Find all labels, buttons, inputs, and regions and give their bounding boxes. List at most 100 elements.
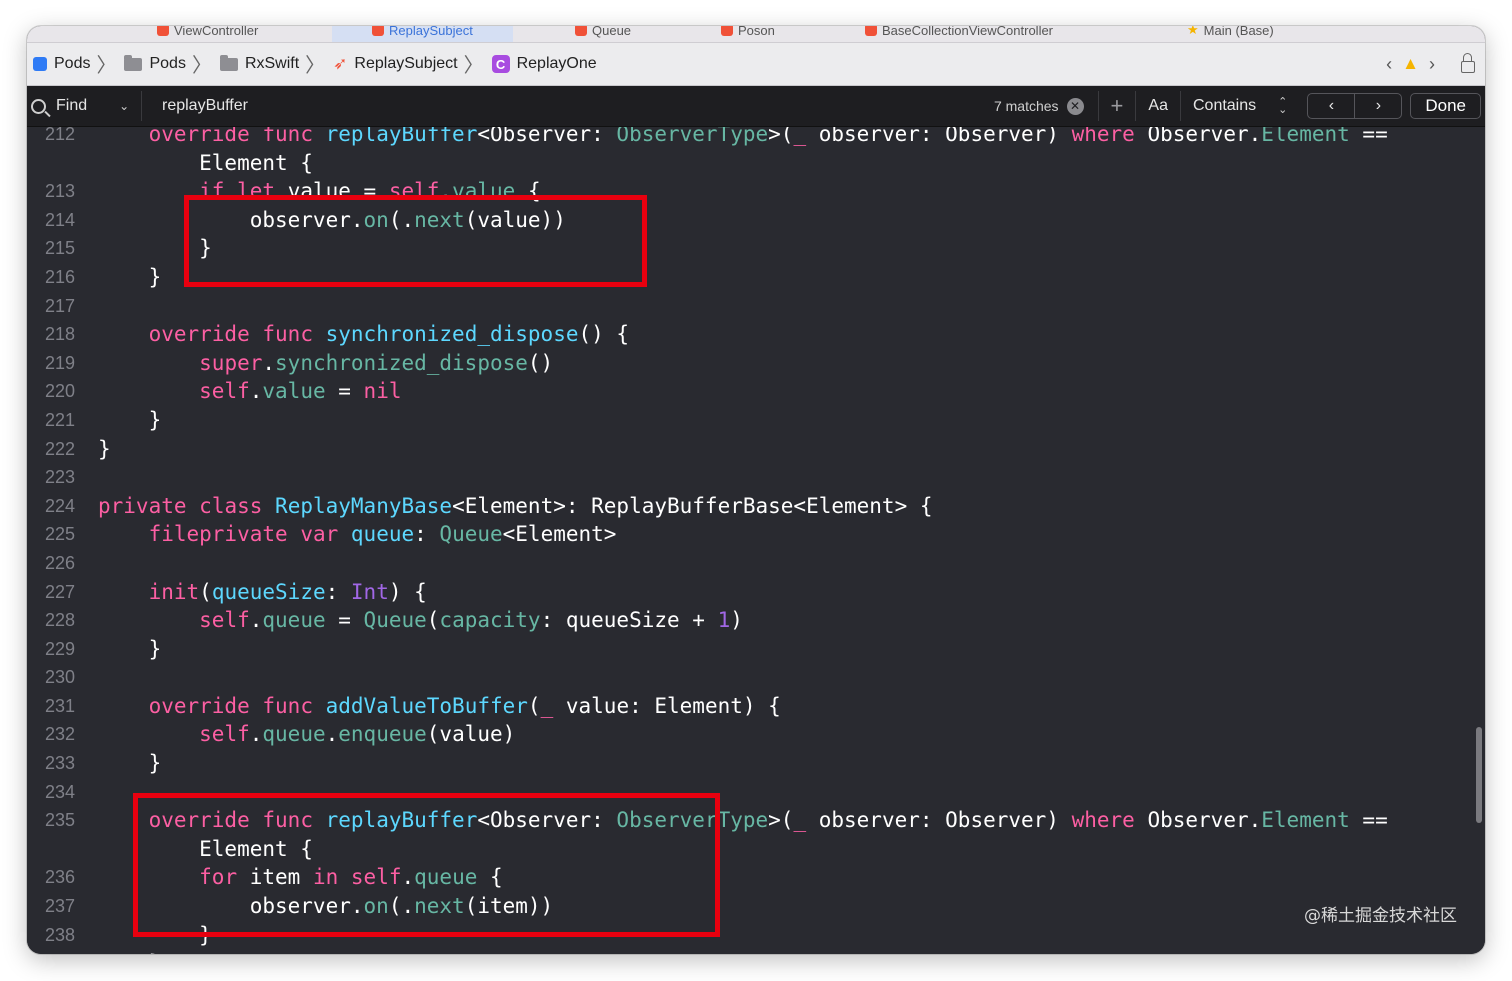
code-line[interactable]: 224 private class ReplayManyBase<Element>… xyxy=(27,492,1485,521)
code-line[interactable]: 233 } xyxy=(27,749,1485,778)
lock-icon[interactable] xyxy=(1461,53,1475,73)
code-token: <Element>: ReplayBufferBase<Element> { xyxy=(452,493,933,518)
previous-issue-icon[interactable]: ‹ xyxy=(1386,54,1392,75)
code-line[interactable]: 214 observer.on(.next(value)) xyxy=(27,206,1485,235)
code-text: } xyxy=(98,949,162,954)
code-line[interactable]: 220 self.value = nil xyxy=(27,377,1485,406)
code-line[interactable]: 232 self.queue.enqueue(value) xyxy=(27,720,1485,749)
line-number: 224 xyxy=(44,495,75,516)
code-token: enqueue xyxy=(338,722,427,747)
code-token: next xyxy=(414,207,465,232)
code-line[interactable]: } xyxy=(27,949,1485,954)
code-token: = xyxy=(325,608,364,633)
code-line[interactable]: 222} xyxy=(27,435,1485,464)
line-number: 220 xyxy=(44,381,75,402)
clear-search-icon[interactable]: ✕ xyxy=(1066,97,1084,115)
code-text: if let value = self.value { xyxy=(98,177,540,206)
match-case-button[interactable]: Aa xyxy=(1135,91,1180,121)
find-bar: Find ⌄ 7 matches ✕ + Aa Contains ⌃⌄ ‹ › … xyxy=(27,86,1485,127)
code-token: . xyxy=(249,722,263,747)
code-text: self.value = nil xyxy=(98,377,401,406)
line-number: 237 xyxy=(44,896,75,917)
breadcrumb-pods-project[interactable]: Pods xyxy=(33,55,90,73)
code-token: () { xyxy=(578,322,630,347)
find-mode-selector[interactable]: Find ⌄ xyxy=(27,97,141,115)
code-text: private class ReplayManyBase<Element>: R… xyxy=(98,492,933,521)
code-line[interactable]: 223 xyxy=(27,463,1485,492)
code-line[interactable]: 236 for item in self.queue { xyxy=(27,863,1485,892)
code-line[interactable]: 219 super.synchronized_dispose() xyxy=(27,349,1485,378)
code-line[interactable]: 212 override func replayBuffer<Observer:… xyxy=(27,127,1485,149)
code-token: in xyxy=(312,865,339,890)
line-number: 225 xyxy=(44,524,75,545)
add-pattern-button[interactable]: + xyxy=(1097,91,1136,121)
code-line[interactable]: 225 fileprivate var queue: Queue<Element… xyxy=(27,520,1485,549)
code-line[interactable]: 238 } xyxy=(27,921,1485,950)
code-token: : xyxy=(414,522,440,547)
code-line[interactable]: Element { xyxy=(27,835,1485,864)
next-issue-icon[interactable]: › xyxy=(1429,54,1435,75)
breadcrumb-rxswift-folder[interactable]: RxSwift xyxy=(219,54,299,73)
match-type-selector[interactable]: Contains ⌃ ⌄ xyxy=(1179,91,1299,121)
breadcrumb-pods-folder[interactable]: Pods xyxy=(124,54,186,73)
breadcrumb-replay-one-class[interactable]: C ReplayOne xyxy=(491,55,597,73)
line-number: 212 xyxy=(44,127,75,144)
code-token: observer: Observer) xyxy=(806,127,1072,146)
code-line[interactable]: 226 xyxy=(27,549,1485,578)
code-line[interactable]: 218 override func synchronized_dispose()… xyxy=(27,320,1485,349)
code-line[interactable]: 213 if let value = self.value { xyxy=(27,177,1485,206)
breadcrumb-separator-icon: 〉 xyxy=(463,52,484,77)
code-line[interactable]: Element { xyxy=(27,149,1485,178)
warning-icon[interactable]: ▲ xyxy=(1402,54,1419,74)
tab-replay-subject[interactable]: ReplaySubject xyxy=(332,26,513,42)
code-token: } xyxy=(98,636,162,661)
find-input[interactable] xyxy=(160,96,864,116)
done-button[interactable]: Done xyxy=(1410,93,1481,119)
previous-match-icon[interactable]: ‹ xyxy=(1308,94,1354,118)
code-line[interactable]: 215 } xyxy=(27,234,1485,263)
code-token: = xyxy=(325,379,364,404)
code-line[interactable]: 234 xyxy=(27,778,1485,807)
tab-view-controller[interactable]: ViewController xyxy=(157,26,258,42)
vertical-scrollbar[interactable] xyxy=(1476,727,1482,823)
code-lines: 212 override func replayBuffer<Observer:… xyxy=(27,127,1485,954)
tab-main-base[interactable]: ★ Main (Base) xyxy=(1187,26,1274,42)
code-token: item xyxy=(237,865,313,890)
code-line[interactable]: 229 } xyxy=(27,635,1485,664)
code-text: } xyxy=(98,435,111,464)
tab-base-collection-view-controller[interactable]: BaseCollectionViewController xyxy=(865,26,1053,42)
code-line[interactable]: 227 init(queueSize: Int) { xyxy=(27,578,1485,607)
code-token: init xyxy=(148,579,200,604)
code-line[interactable]: 217 xyxy=(27,292,1485,321)
source-editor[interactable]: 212 override func replayBuffer<Observer:… xyxy=(27,127,1485,954)
code-token: synchronized_dispose xyxy=(275,350,528,375)
next-match-icon[interactable]: › xyxy=(1354,94,1401,118)
code-token: self xyxy=(199,608,250,633)
chevron-down-icon: ⌄ xyxy=(119,99,130,113)
code-line[interactable]: 231 override func addValueToBuffer(_ val… xyxy=(27,692,1485,721)
code-token: ObserverType xyxy=(616,127,769,146)
code-token: (value)) xyxy=(464,207,566,232)
tab-queue[interactable]: Queue xyxy=(575,26,631,42)
code-line[interactable]: 221 } xyxy=(27,406,1485,435)
breadcrumb-separator-icon: 〉 xyxy=(191,52,212,77)
code-text: } xyxy=(98,921,212,950)
code-token: ReplayManyBase xyxy=(275,493,453,518)
code-line[interactable]: 237 observer.on(.next(item)) xyxy=(27,892,1485,921)
code-line[interactable]: 230 xyxy=(27,663,1485,692)
code-text: Element { xyxy=(98,835,313,864)
code-line[interactable]: 235 override func replayBuffer<Observer:… xyxy=(27,806,1485,835)
breadcrumb-replay-subject-file[interactable]: ➶ ReplaySubject xyxy=(333,54,457,74)
code-token: <Element> xyxy=(502,522,617,547)
code-line[interactable]: 228 self.queue = Queue(capacity: queueSi… xyxy=(27,606,1485,635)
code-token: for xyxy=(199,865,238,890)
tab-poson[interactable]: Poson xyxy=(721,26,775,42)
code-token: (. xyxy=(388,894,415,919)
code-token: Queue xyxy=(439,522,503,547)
code-line[interactable]: 216 } xyxy=(27,263,1485,292)
code-token: (value) xyxy=(426,722,516,747)
